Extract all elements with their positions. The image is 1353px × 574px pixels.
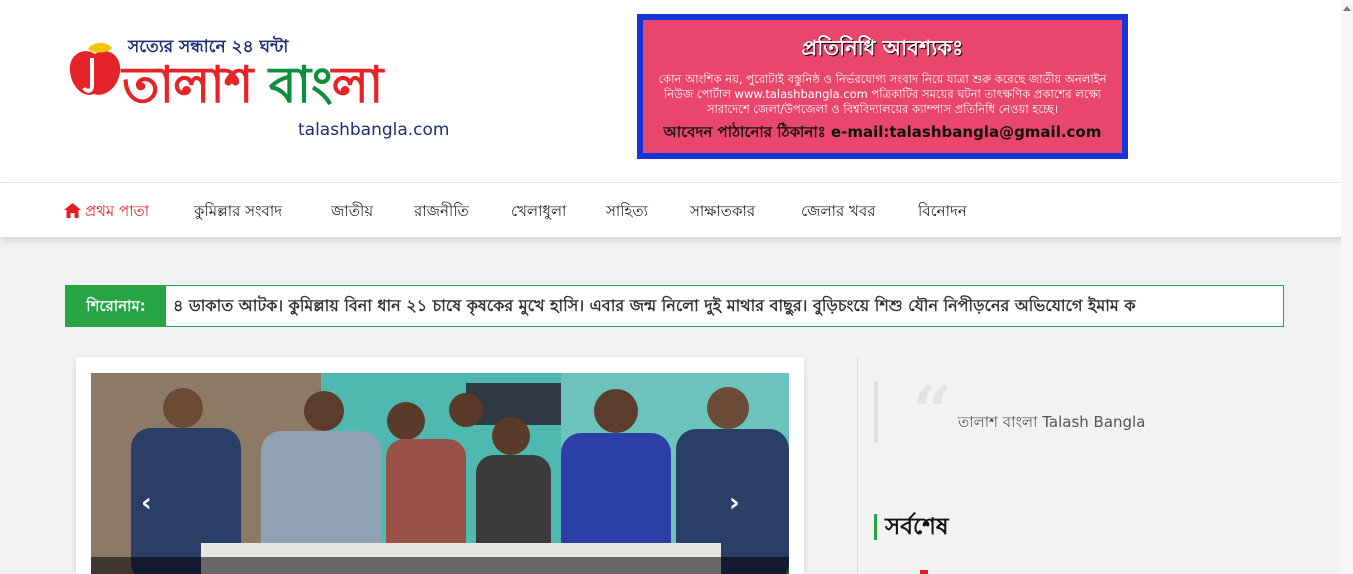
nav-item-label: খেলাধুলা: [511, 202, 567, 220]
site-quote-box: “ তালাশ বাংলা Talash Bangla: [874, 377, 1174, 447]
nav-item-literature[interactable]: সাহিত্য: [606, 200, 648, 225]
logo-name-red: তালাশ: [122, 56, 269, 114]
nav-item-comilla-news[interactable]: কুমিল্লার সংবাদ: [194, 200, 282, 225]
nav-item-label: বিনোদন: [918, 202, 967, 220]
nav-item-home[interactable]: প্রথম পাতা: [64, 200, 149, 225]
slider-next-button[interactable]: ›: [729, 488, 740, 518]
ad-body: কোন আংশিক নয়, পুরোটাই বস্তুনিষ্ঠ ও নির্…: [658, 72, 1107, 116]
site-header: সত্যের সন্ধানে ২৪ ঘন্টা তালাশ বাংলা tala…: [0, 0, 1353, 182]
ticker-headlines[interactable]: ৪ ডাকাত আটক। কুমিল্লায় বিনা ধান ২১ চাষে…: [173, 286, 1136, 326]
window-scrollbar[interactable]: [1341, 0, 1353, 574]
slide-caption-bar: [91, 557, 789, 574]
site-logo[interactable]: সত্যের সন্ধানে ২৪ ঘন্টা তালাশ বাংলা tala…: [66, 34, 456, 146]
nav-item-label: কুমিল্লার সংবাদ: [194, 202, 283, 220]
right-sidebar: “ তালাশ বাংলা Talash Bangla সর্বশেষ: [857, 357, 1353, 574]
logo-name-rest: ংলা: [331, 56, 384, 114]
ticker-label: শিরোনাম:: [66, 286, 166, 326]
nav-item-label: সাহিত্য: [606, 202, 649, 220]
ad-content: প্রতিনিধি আবশ্যকঃ কোন আংশিক নয়, পুরোটাই…: [643, 20, 1122, 153]
quote-text: তালাশ বাংলা Talash Bangla: [958, 413, 1146, 431]
latest-news-heading: সর্বশেষ: [874, 514, 949, 540]
nav-item-label: প্রথম পাতা: [85, 202, 150, 220]
logo-name-green: বা: [268, 56, 333, 114]
ad-title: প্রতিনিধি আবশ্যকঃ: [801, 35, 964, 60]
nav-item-district-news[interactable]: জেলার খবর: [801, 200, 876, 225]
nav-item-interview[interactable]: সাক্ষাতকার: [690, 200, 755, 225]
featured-image-slider[interactable]: ‹ ›: [91, 373, 789, 574]
main-navigation: প্রথম পাতা কুমিল্লার সংবাদ জাতীয় রাজনীত…: [0, 182, 1353, 237]
featured-news-photo: [91, 373, 789, 574]
headline-ticker: শিরোনাম: ৪ ডাকাত আটক। কুমিল্লায় বিনা ধা…: [65, 285, 1284, 327]
quote-icon: “: [912, 370, 953, 453]
slider-prev-button[interactable]: ‹: [141, 488, 152, 518]
logo-wordmark: তালাশ বাংলা: [122, 48, 384, 131]
nav-item-entertainment[interactable]: বিনোদন: [918, 200, 967, 225]
featured-news-card: ‹ ›: [76, 357, 804, 574]
nav-item-label: জাতীয়: [331, 202, 374, 220]
logo-domain: talashbangla.com: [298, 120, 450, 140]
home-icon: [64, 203, 81, 218]
nav-item-label: রাজনীতি: [414, 202, 469, 220]
nav-item-sports[interactable]: খেলাধুলা: [511, 200, 566, 225]
nav-item-label: সাক্ষাতকার: [690, 202, 756, 220]
nav-item-politics[interactable]: রাজনীতি: [414, 200, 469, 225]
nav-item-label: জেলার খবর: [801, 202, 876, 220]
logo-apple-icon: [69, 42, 121, 95]
latest-item-peek: [920, 570, 928, 574]
scroll-up-icon[interactable]: [1343, 6, 1351, 11]
recruitment-ad-banner[interactable]: প্রতিনিধি আবশ্যকঃ কোন আংশিক নয়, পুরোটাই…: [637, 14, 1128, 159]
ad-contact: আবেদন পাঠানোর ঠিকানাঃ e-mail:talashbangl…: [663, 123, 1102, 141]
nav-item-national[interactable]: জাতীয়: [331, 200, 373, 225]
